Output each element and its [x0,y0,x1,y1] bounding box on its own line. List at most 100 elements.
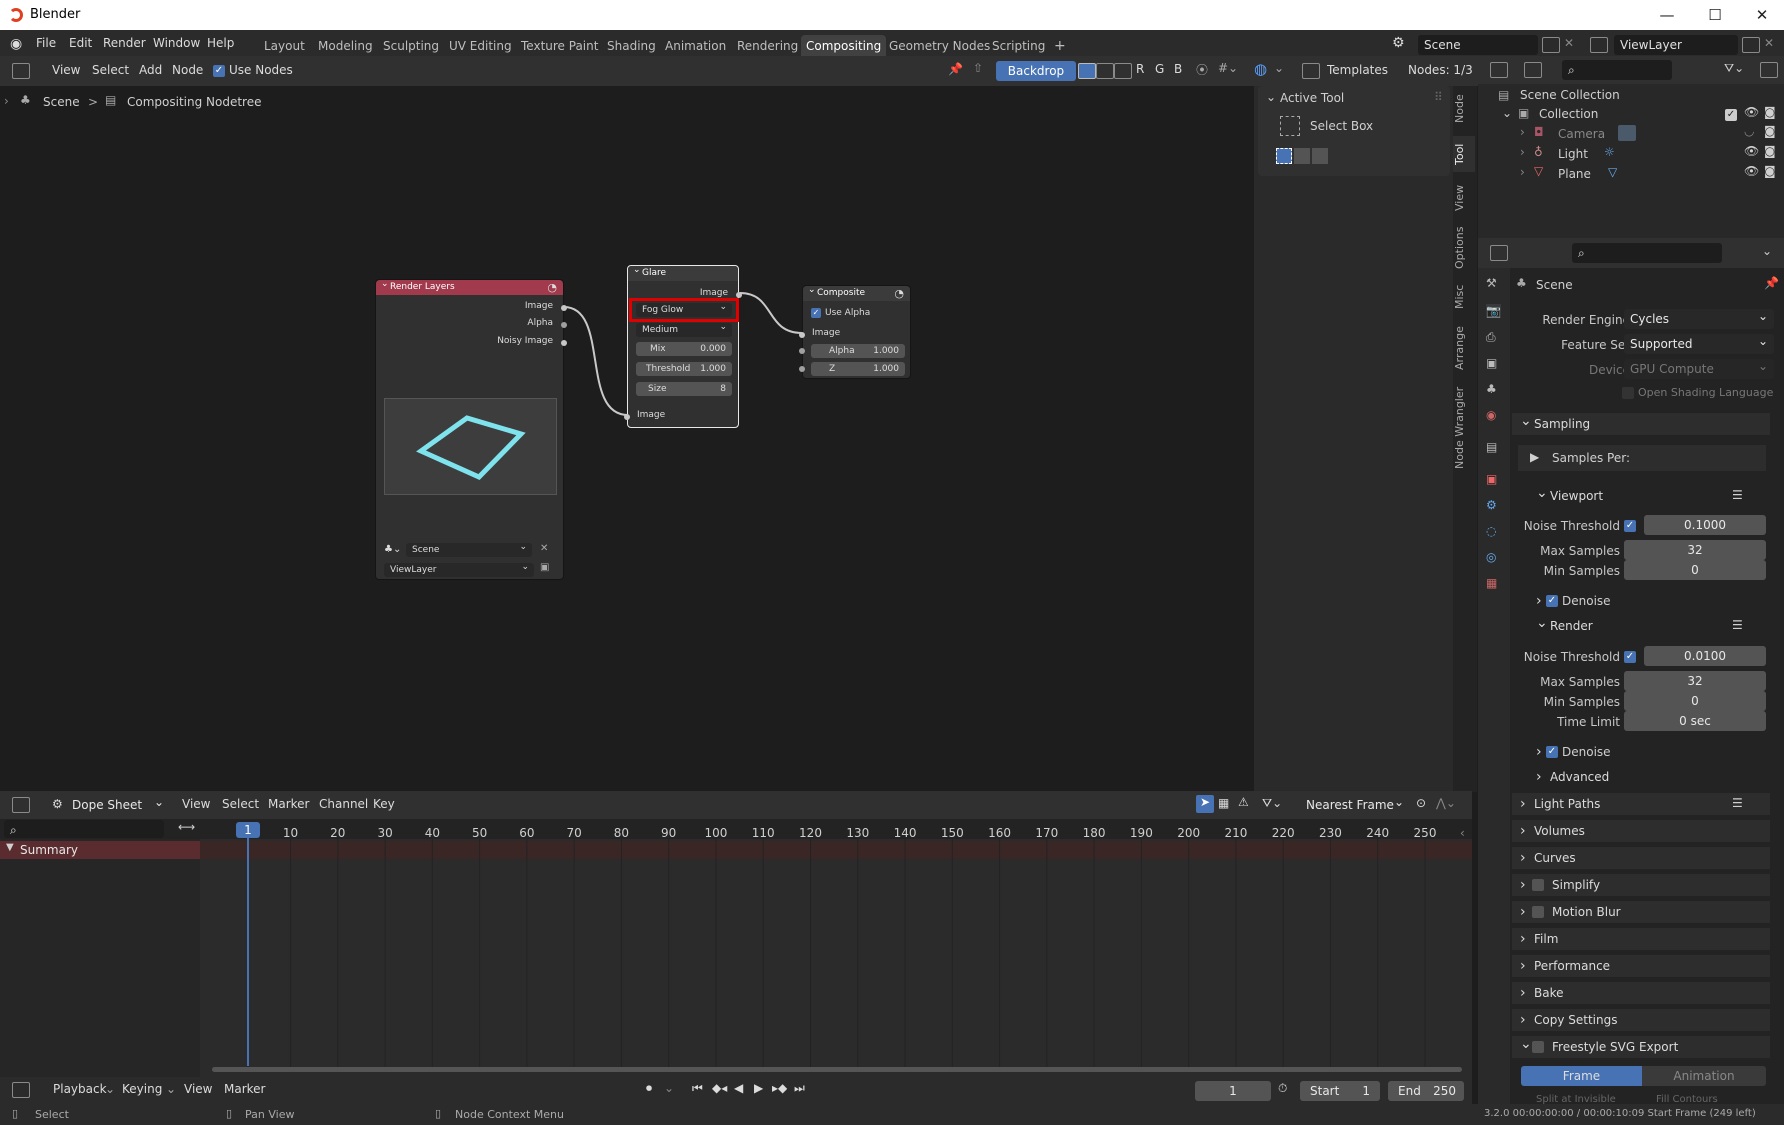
r-noise-checkbox[interactable]: ✓ [1624,651,1636,663]
new-collection-icon[interactable] [1760,62,1778,78]
maximize-button[interactable]: ☐ [1695,4,1735,26]
remove-viewlayer-icon[interactable]: ✕ [1764,36,1774,50]
scene-tab-icon[interactable]: ♣ [1486,382,1497,396]
r-max-value[interactable]: 32 [1624,671,1766,691]
collapse-region-icon[interactable]: ‹ [1460,826,1465,840]
render-layers-node[interactable]: Render Layers ◔ Image Alpha Noisy Image … [375,277,567,580]
current-frame-field[interactable]: 1 [1195,1081,1271,1101]
ds-menu-view[interactable]: View [182,797,210,811]
show-hidden-icon[interactable]: ▦ [1218,796,1229,810]
camera-hidden-icon[interactable]: ◡ [1744,124,1754,138]
preview-range-icon[interactable]: ⏱ [1278,1081,1287,1096]
viewport-presets-icon[interactable]: ☰ [1732,488,1743,502]
scene-clear-icon[interactable]: ✕ [540,543,548,554]
properties-pin-icon[interactable]: 📌 [1764,276,1779,290]
split-invisible-label[interactable]: Split at Invisible [1536,1094,1616,1104]
r-noise-value[interactable]: 0.0100 [1644,646,1766,666]
render-engine-dropdown[interactable]: Cycles [1624,306,1774,329]
properties-editor-icon[interactable] [1490,245,1508,261]
overlay-dropdown-icon[interactable]: ⌄ [1274,61,1284,75]
outliner-scene-collection[interactable]: Scene Collection [1520,88,1620,102]
playback-menu[interactable]: Playback [53,1082,107,1096]
sidebar-tab-node-wrangler[interactable]: Node Wrangler [1453,382,1475,474]
samples-per-panel[interactable]: ▶ Samples Per: [1518,445,1766,471]
play-reverse-icon[interactable]: ◀ [734,1081,743,1095]
light-render-icon[interactable]: ◙ [1764,144,1776,158]
plane-expand-icon[interactable]: › [1520,165,1525,179]
camera-render-icon[interactable]: ◙ [1764,124,1776,138]
glare-socket-in[interactable] [624,414,630,420]
performance-panel[interactable]: Performance [1512,955,1770,977]
collection-expand-icon[interactable]: ⌄ [1502,106,1512,120]
glare-node[interactable]: Glare Image Fog Glow Medium Mix0.000 Thr… [624,263,742,428]
vp-noise-value[interactable]: 0.1000 [1644,515,1766,535]
r-denoise-checkbox[interactable]: ✓ [1546,746,1558,758]
film-panel[interactable]: Film [1512,928,1770,950]
modifier-tab-icon[interactable]: ⚙ [1486,498,1497,512]
use-alpha-checkbox[interactable]: ✓ [811,308,821,318]
composite-z-socket[interactable] [799,366,805,372]
panel-grip-icon[interactable]: ⠿ [1434,90,1443,104]
composite-z-field[interactable]: Z 1.000 [811,362,905,376]
new-scene-icon[interactable] [1542,37,1560,53]
collection-exclude-checkbox[interactable]: ✓ [1725,109,1737,121]
sidebar-tab-node[interactable]: Node [1453,88,1475,130]
render-layers-viewlayer[interactable]: ViewLayer [384,560,534,577]
ds-menu-marker[interactable]: Marker [268,797,309,811]
ds-menu-select[interactable]: Select [222,797,259,811]
templates-icon[interactable] [1302,63,1320,79]
device-dropdown[interactable]: GPU Compute [1624,356,1774,379]
dopesheet-mode-icon[interactable]: ⚙ [52,797,63,811]
outliner-editor-icon[interactable] [1490,62,1508,78]
end-frame-field[interactable]: End 250 [1388,1081,1464,1101]
outliner-light[interactable]: Light [1558,147,1588,161]
light-visibility-icon[interactable]: 👁 [1744,144,1759,158]
render-presets-icon[interactable]: ☰ [1732,618,1743,632]
sidebar-tab-misc[interactable]: Misc [1453,280,1475,314]
playhead-line[interactable] [247,838,249,1066]
outliner-collection[interactable]: Collection [1539,107,1598,121]
texture-tab-icon[interactable]: ▦ [1486,576,1497,590]
motion-blur-panel[interactable]: Motion Blur [1512,901,1770,923]
world-tab-icon[interactable]: ◉ [1486,408,1496,422]
scene-browse-icon[interactable]: ⚙ [1392,35,1405,51]
view-layer-tab-icon[interactable]: ▣ [1486,356,1497,370]
simplify-panel[interactable]: Simplify [1512,874,1770,896]
outliner-search[interactable]: ⌕ [1562,60,1672,80]
sidebar-tab-options[interactable]: Options [1453,224,1475,272]
timeline-editor-icon[interactable] [12,1082,30,1098]
keying-menu[interactable]: Keying [122,1082,162,1096]
current-frame-indicator[interactable]: 1 [236,822,260,838]
collection-visibility-icon[interactable]: 👁 [1744,105,1759,119]
light-expand-icon[interactable]: › [1520,145,1525,159]
simplify-checkbox[interactable] [1532,879,1544,891]
render-icon[interactable]: ◔ [547,281,557,294]
frame-tab[interactable]: Frame [1521,1066,1642,1086]
light-paths-presets-icon[interactable]: ☰ [1732,796,1743,810]
summary-expand-icon[interactable]: ▼ [6,842,14,853]
vp-noise-checkbox[interactable]: ✓ [1624,520,1636,532]
osl-checkbox[interactable] [1622,387,1634,399]
select-mode-subtract-icon[interactable] [1312,148,1328,164]
scene-selector-icon[interactable]: ♣⌄ [384,544,401,555]
camera-data-icon[interactable] [1618,125,1636,141]
jump-start-icon[interactable]: ⏮ [692,1081,703,1096]
start-frame-field[interactable]: Start 1 [1300,1081,1380,1101]
r-min-value[interactable]: 0 [1624,691,1766,711]
time-limit-value[interactable]: 0 sec [1624,711,1766,731]
glare-size-field[interactable]: Size 8 [636,382,732,396]
motion-blur-checkbox[interactable] [1532,906,1544,918]
output-tab-icon[interactable]: ⎙ [1486,330,1496,345]
new-viewlayer-icon[interactable] [1742,37,1760,53]
socket-image-out[interactable] [561,305,567,311]
plane-render-icon[interactable]: ◙ [1764,164,1776,178]
properties-search[interactable]: ⌕ [1572,243,1722,263]
fill-contours-label[interactable]: Fill Contours [1656,1094,1718,1104]
vp-min-value[interactable]: 0 [1624,560,1766,580]
collection-tab-icon[interactable]: ▤ [1486,440,1497,454]
ds-menu-key[interactable]: Key [373,797,395,811]
proportional-falloff-icon[interactable]: ⋀⌄ [1436,796,1456,810]
plane-visibility-icon[interactable]: 👁 [1744,164,1759,178]
auto-keying-icon[interactable]: ⏺ [646,1081,652,1096]
close-window-button[interactable]: ✕ [1742,4,1782,26]
